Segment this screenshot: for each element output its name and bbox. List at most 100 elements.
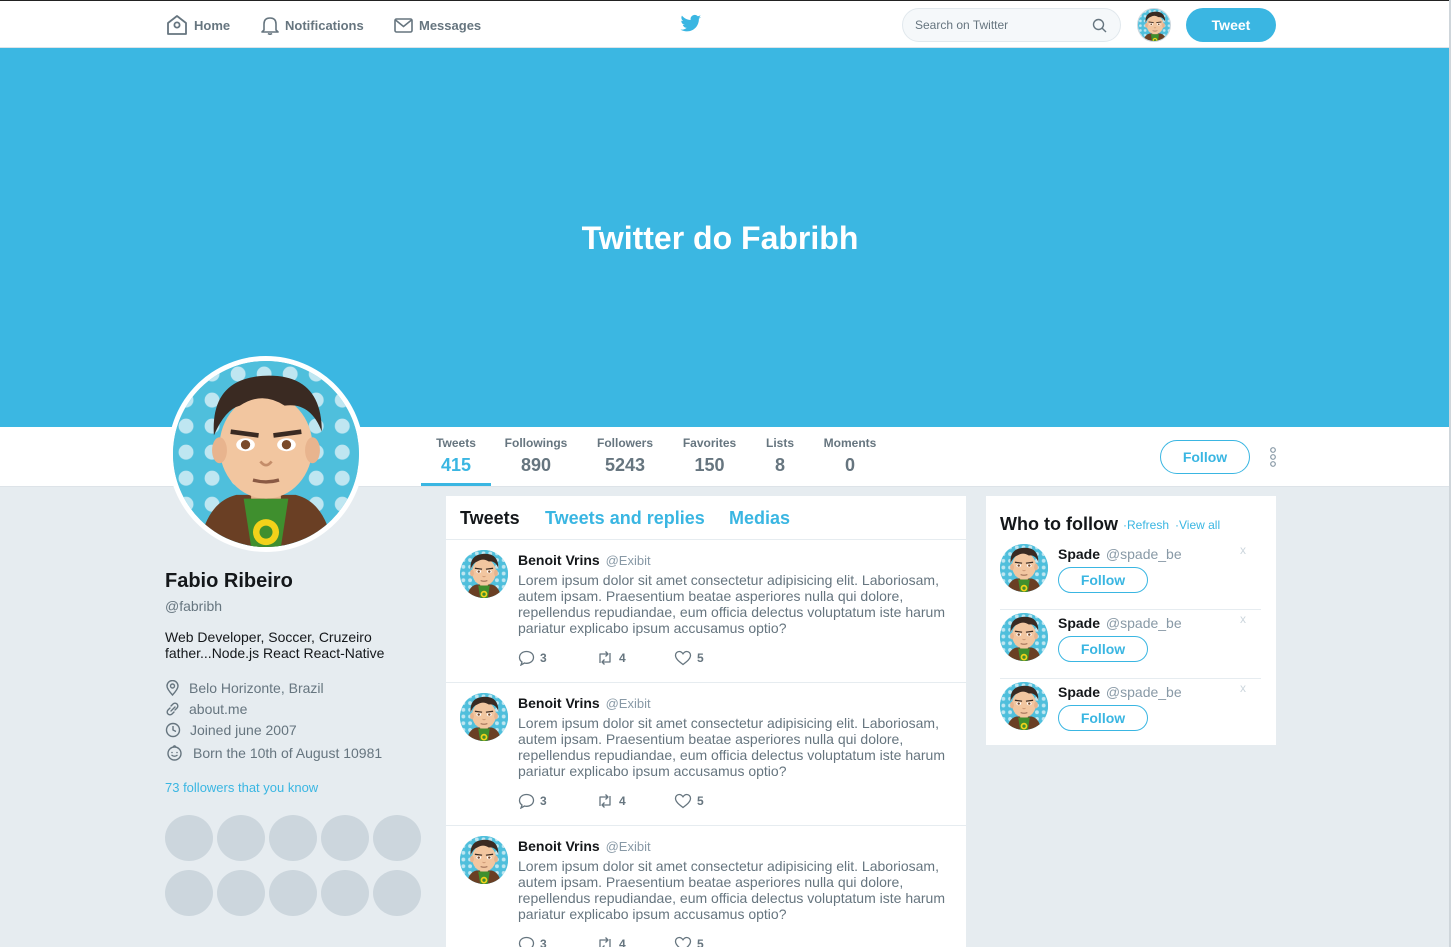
stat-favorites[interactable]: Favorites 150 <box>676 436 743 476</box>
suggestion-handle[interactable]: @spade_be <box>1106 684 1182 700</box>
stat-label: Followers <box>596 436 653 450</box>
stat-value: 415 <box>440 455 472 475</box>
search-icon[interactable] <box>1092 18 1107 33</box>
follow-suggestion-button[interactable]: Follow <box>1058 636 1148 662</box>
nav-notifications[interactable]: Notifications <box>261 13 364 37</box>
profile-website-link[interactable]: about.me <box>189 701 247 717</box>
like-button[interactable]: 5 <box>674 793 752 809</box>
retweet-button[interactable]: 4 <box>596 936 674 947</box>
follow-suggestion-button[interactable]: Follow <box>1058 705 1148 731</box>
suggestion-user[interactable]: Spade @spade_be <box>1058 615 1182 631</box>
profile-website[interactable]: about.me <box>165 701 247 717</box>
tweet-author-handle[interactable]: @Exibit <box>606 696 651 711</box>
suggestion-name[interactable]: Spade <box>1058 615 1100 631</box>
tweet-author[interactable]: Benoit Vrins @Exibit <box>518 552 651 568</box>
view-all-link[interactable]: ·View all <box>1175 518 1220 532</box>
follower-avatar[interactable] <box>217 870 265 916</box>
suggestion-avatar[interactable] <box>1000 682 1048 730</box>
dismiss-suggestion-button[interactable]: x <box>1240 543 1246 557</box>
like-count: 5 <box>697 651 704 665</box>
like-count: 5 <box>697 937 704 947</box>
profile-location: Belo Horizonte, Brazil <box>165 680 324 696</box>
profile-birthday-text: Born the 10th of August 10981 <box>193 744 383 761</box>
twitter-bird-icon[interactable] <box>680 14 702 34</box>
timeline-tabs: Tweets Tweets and replies Medias <box>446 496 966 540</box>
tweet-author[interactable]: Benoit Vrins @Exibit <box>518 838 651 854</box>
retweet-button[interactable]: 4 <box>596 793 674 809</box>
reply-count: 3 <box>540 651 547 665</box>
tweet-author-avatar[interactable] <box>460 550 508 598</box>
tab-tweets-and-replies[interactable]: Tweets and replies <box>545 508 705 529</box>
follower-avatar[interactable] <box>373 870 421 916</box>
more-options-icon[interactable] <box>1266 445 1280 469</box>
location-pin-icon <box>166 680 179 696</box>
tweet-author-name[interactable]: Benoit Vrins <box>518 838 600 854</box>
follower-avatar[interactable] <box>269 870 317 916</box>
profile-bio: Web Developer, Soccer, Cruzeiro father..… <box>165 629 385 661</box>
tweet-button[interactable]: Tweet <box>1186 8 1276 42</box>
tweet-text: Lorem ipsum dolor sit amet consectetur a… <box>518 715 945 779</box>
suggestion-avatar[interactable] <box>1000 613 1048 661</box>
stat-label: Followings <box>504 436 568 450</box>
tweet-author-name[interactable]: Benoit Vrins <box>518 552 600 568</box>
search-input[interactable] <box>915 18 1085 32</box>
follower-avatar[interactable] <box>373 815 421 861</box>
like-button[interactable]: 5 <box>674 650 752 666</box>
follower-avatar[interactable] <box>165 870 213 916</box>
stat-followers[interactable]: Followers 5243 <box>590 436 660 476</box>
stat-label: Favorites <box>682 436 737 450</box>
stat-lists[interactable]: Lists 8 <box>760 436 800 476</box>
refresh-link[interactable]: ·Refresh <box>1123 518 1169 532</box>
who-to-follow-panel: Who to follow ·Refresh ·View all Spade @… <box>986 496 1276 745</box>
tweet-item[interactable]: Benoit Vrins @Exibit Lorem ipsum dolor s… <box>446 826 966 947</box>
nav-messages[interactable]: Messages <box>394 13 481 37</box>
search-box[interactable] <box>902 8 1121 42</box>
followers-you-know-link[interactable]: 73 followers that you know <box>165 780 318 795</box>
follow-profile-button[interactable]: Follow <box>1160 440 1250 474</box>
tweet-author-avatar[interactable] <box>460 693 508 741</box>
top-navigation-bar: Home Notifications Messages Tweet <box>0 0 1449 48</box>
tab-tweets[interactable]: Tweets <box>460 508 520 529</box>
birthday-icon <box>167 745 182 761</box>
tweet-author-avatar[interactable] <box>460 836 508 884</box>
follower-avatar[interactable] <box>217 815 265 861</box>
suggestion-handle[interactable]: @spade_be <box>1106 546 1182 562</box>
tweet-author-handle[interactable]: @Exibit <box>606 839 651 854</box>
suggestion-name[interactable]: Spade <box>1058 546 1100 562</box>
follower-avatar[interactable] <box>269 815 317 861</box>
reply-button[interactable]: 3 <box>518 650 596 666</box>
suggestion-avatar[interactable] <box>1000 544 1048 592</box>
stat-followings[interactable]: Followings 890 <box>500 436 572 476</box>
reply-button[interactable]: 3 <box>518 793 596 809</box>
suggestion-user[interactable]: Spade @spade_be <box>1058 546 1182 562</box>
stat-tweets[interactable]: Tweets 415 <box>421 436 491 476</box>
tweet-timeline: Tweets Tweets and replies Medias Benoit … <box>446 496 966 947</box>
tweet-item[interactable]: Benoit Vrins @Exibit Lorem ipsum dolor s… <box>446 540 966 683</box>
tweet-item[interactable]: Benoit Vrins @Exibit Lorem ipsum dolor s… <box>446 683 966 826</box>
suggestion-name[interactable]: Spade <box>1058 684 1100 700</box>
stat-label: Tweets <box>436 436 476 450</box>
tab-medias[interactable]: Medias <box>729 508 790 529</box>
reply-button[interactable]: 3 <box>518 936 596 947</box>
follower-avatar[interactable] <box>165 815 213 861</box>
dismiss-suggestion-button[interactable]: x <box>1240 681 1246 695</box>
stat-value: 0 <box>844 455 855 475</box>
user-avatar[interactable] <box>1137 8 1171 42</box>
reply-icon <box>518 650 535 666</box>
suggestion-handle[interactable]: @spade_be <box>1106 615 1182 631</box>
suggestion-user[interactable]: Spade @spade_be <box>1058 684 1182 700</box>
dismiss-suggestion-button[interactable]: x <box>1240 612 1246 626</box>
nav-home[interactable]: Home <box>166 13 230 37</box>
stat-moments[interactable]: Moments 0 <box>818 436 882 476</box>
follower-avatar[interactable] <box>321 870 369 916</box>
like-button[interactable]: 5 <box>674 936 752 947</box>
tweet-author[interactable]: Benoit Vrins @Exibit <box>518 695 651 711</box>
follower-avatar[interactable] <box>321 815 369 861</box>
follow-suggestion-button[interactable]: Follow <box>1058 567 1148 593</box>
profile-avatar[interactable] <box>168 356 364 552</box>
tweet-author-handle[interactable]: @Exibit <box>606 553 651 568</box>
tweet-author-name[interactable]: Benoit Vrins <box>518 695 600 711</box>
retweet-icon <box>599 651 611 665</box>
retweet-button[interactable]: 4 <box>596 650 674 666</box>
bell-icon <box>261 17 279 35</box>
